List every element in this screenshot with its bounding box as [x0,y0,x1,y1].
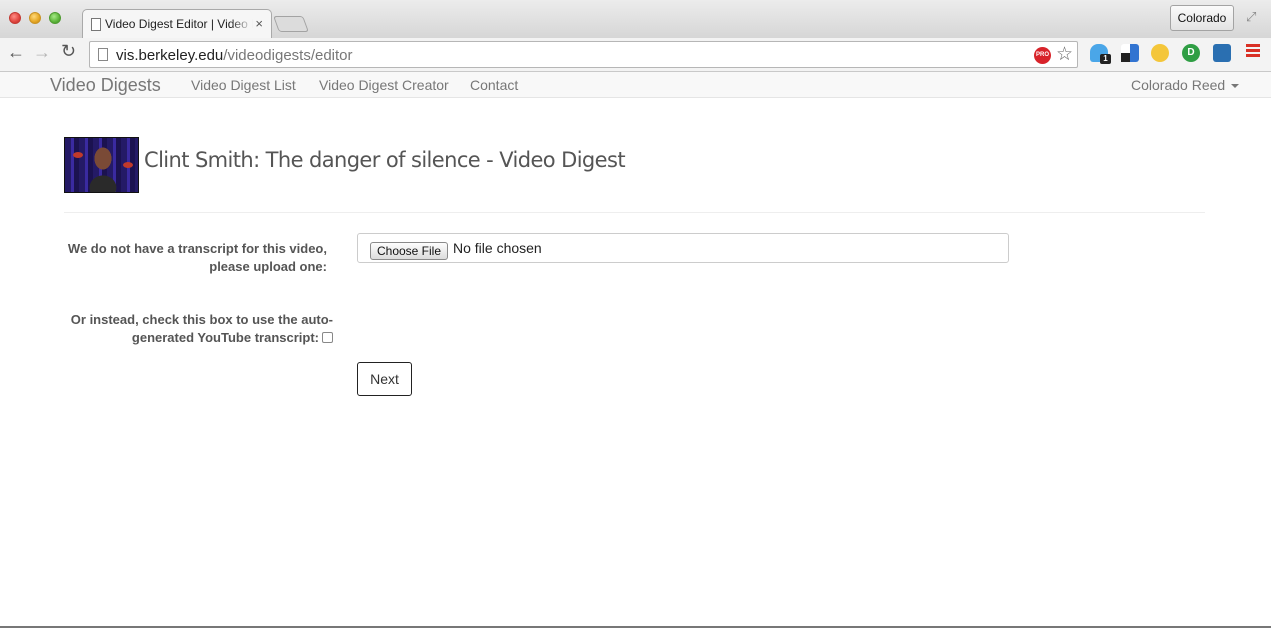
video-thumbnail [64,137,139,193]
choose-file-button[interactable]: Choose File [370,242,448,260]
browser-tab[interactable]: Video Digest Editor | Video Digests × [82,9,272,39]
close-icon[interactable]: × [255,16,263,31]
reload-icon[interactable]: ↻ [61,41,76,62]
url-path: /videodigests/editor [223,47,353,64]
nav-video-digest-creator[interactable]: Video Digest Creator [319,77,449,93]
page-icon [98,48,108,61]
transcript-file-input[interactable]: Choose File No file chosen [357,233,1009,263]
id-extension-icon[interactable]: D [1182,44,1200,62]
next-button[interactable]: Next [357,362,412,396]
extension-icon[interactable] [1213,44,1231,62]
star-icon[interactable]: ☆ [1056,43,1073,66]
file-status: No file chosen [453,240,542,256]
nav-contact[interactable]: Contact [470,77,518,93]
window-close-button[interactable] [9,12,21,24]
forward-icon[interactable]: → [33,42,51,63]
user-menu[interactable]: Colorado Reed [1131,77,1240,93]
url-host: vis.berkeley.edu [116,47,224,64]
nav-video-digest-list[interactable]: Video Digest List [191,77,296,93]
delicious-icon[interactable] [1121,44,1139,62]
menu-icon[interactable] [1246,44,1260,58]
window-maximize-button[interactable] [49,12,61,24]
caret-down-icon [1231,84,1240,89]
page-title: Clint Smith: The danger of silence - Vid… [144,148,626,172]
upload-label: We do not have a transcript for this vid… [67,241,327,274]
youtube-transcript-checkbox[interactable] [322,332,333,343]
new-tab-button[interactable] [273,16,309,32]
profile-button[interactable]: Colorado [1170,5,1234,31]
youtube-transcript-label: Or instead, check this box to use the au… [70,312,333,345]
divider [64,212,1205,213]
ghostery-icon[interactable]: 1 [1090,44,1111,64]
page-icon [91,18,101,31]
tab-title: Video Digest Editor | Video Digests [105,17,253,31]
pro-icon[interactable]: PRO [1034,47,1051,64]
fullscreen-icon[interactable]: ⤢ [1246,9,1256,25]
url-text[interactable]: vis.berkeley.edu/videodigests/editor [116,47,353,64]
browser-titlebar: Video Digest Editor | Video Digests × Co… [0,0,1271,39]
address-bar[interactable]: vis.berkeley.edu/videodigests/editor PRO… [89,41,1078,68]
youtube-transcript-row: Or instead, check this box to use the au… [40,311,333,347]
browser-toolbar: ← → ↻ vis.berkeley.edu/videodigests/edit… [0,38,1271,72]
brand-link[interactable]: Video Digests [50,75,161,96]
window-minimize-button[interactable] [29,12,41,24]
lastpass-icon[interactable] [1151,44,1169,62]
ghostery-badge: 1 [1100,54,1111,64]
back-icon[interactable]: ← [7,42,25,63]
site-navbar: Video Digests Video Digest List Video Di… [0,72,1271,98]
user-name: Colorado Reed [1131,77,1226,93]
